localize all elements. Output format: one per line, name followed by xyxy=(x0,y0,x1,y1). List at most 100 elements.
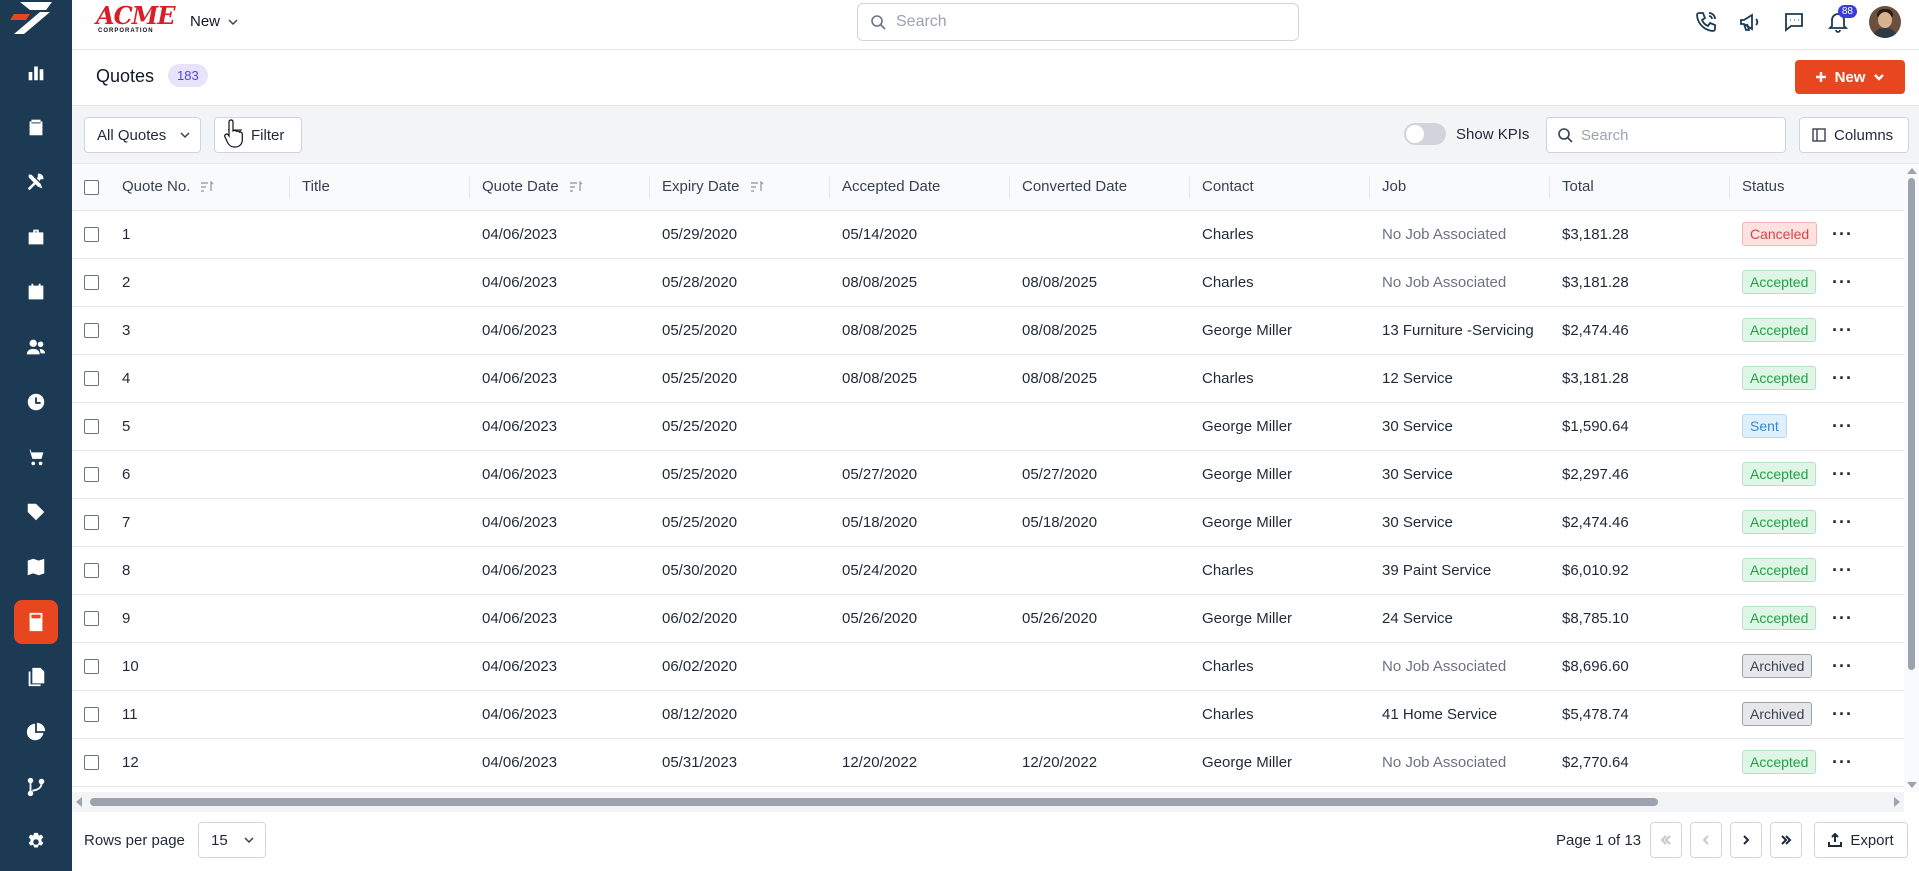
sidebar-item-requests[interactable] xyxy=(14,105,58,149)
sidebar-item-tools[interactable] xyxy=(14,160,58,204)
contact-cell: Charles xyxy=(1190,210,1370,259)
expiry-date-cell: 05/25/2020 xyxy=(650,354,830,403)
sort-icon[interactable] xyxy=(200,181,214,193)
column-header-quote-no[interactable]: Quote No. xyxy=(110,164,290,211)
row-checkbox[interactable] xyxy=(84,563,99,579)
row-checkbox[interactable] xyxy=(84,707,99,723)
row-actions-menu-icon[interactable]: ··· xyxy=(1832,752,1853,772)
sidebar-item-workflows[interactable] xyxy=(14,765,58,809)
row-actions-menu-icon[interactable]: ··· xyxy=(1832,656,1853,676)
sort-icon[interactable] xyxy=(750,181,764,193)
first-page-button[interactable] xyxy=(1650,822,1682,858)
notifications-button[interactable]: 88 xyxy=(1825,5,1857,35)
global-search[interactable] xyxy=(857,3,1299,41)
row-actions-menu-icon[interactable]: ··· xyxy=(1832,272,1853,292)
table-row[interactable]: 7 04/06/2023 05/25/2020 05/18/2020 05/18/202… xyxy=(72,498,1904,547)
row-actions-menu-icon[interactable]: ··· xyxy=(1832,320,1853,340)
last-page-button[interactable] xyxy=(1770,822,1802,858)
row-actions-menu-icon[interactable]: ··· xyxy=(1832,704,1853,724)
column-header-job[interactable]: Job xyxy=(1370,164,1550,211)
row-checkbox[interactable] xyxy=(84,467,99,483)
notifications-count-badge: 88 xyxy=(1837,5,1857,18)
next-page-button[interactable] xyxy=(1730,822,1762,858)
row-actions-menu-icon[interactable]: ··· xyxy=(1832,416,1853,436)
sidebar-item-schedule[interactable] xyxy=(14,270,58,314)
table-row[interactable]: 8 04/06/2023 05/30/2020 05/24/2020 Charles 39… xyxy=(72,546,1904,595)
chevron-down-icon xyxy=(180,132,190,139)
app-logo-icon[interactable] xyxy=(0,0,72,36)
column-header-quote-date[interactable]: Quote Date xyxy=(470,164,650,211)
row-checkbox[interactable] xyxy=(84,659,99,675)
messages-button[interactable] xyxy=(1781,9,1807,35)
column-header-status[interactable]: Status xyxy=(1730,164,1820,211)
table-row[interactable]: 4 04/06/2023 05/25/2020 08/08/2025 08/08/202… xyxy=(72,354,1904,403)
table-row[interactable]: 10 04/06/2023 06/02/2020 Charles No Job Asso… xyxy=(72,642,1904,691)
horizontal-scrollbar[interactable] xyxy=(72,792,1904,812)
list-search-input[interactable] xyxy=(1581,126,1781,144)
sidebar-item-settings[interactable] xyxy=(14,820,58,864)
new-menu-dropdown[interactable]: New xyxy=(190,13,238,30)
global-search-input[interactable] xyxy=(896,13,1276,31)
row-checkbox[interactable] xyxy=(84,755,99,771)
sidebar-item-dashboard[interactable] xyxy=(14,50,58,94)
quote-number-cell: 8 xyxy=(110,546,290,595)
vertical-scrollbar[interactable] xyxy=(1904,164,1919,792)
title-cell xyxy=(290,594,470,643)
filter-button[interactable]: Filter xyxy=(214,117,302,153)
list-search[interactable] xyxy=(1546,117,1786,153)
sidebar-item-jobs[interactable] xyxy=(14,215,58,259)
user-avatar[interactable] xyxy=(1869,6,1901,38)
sort-icon[interactable] xyxy=(569,181,583,193)
row-actions-menu-icon[interactable]: ··· xyxy=(1832,608,1853,628)
select-all-checkbox[interactable] xyxy=(84,179,99,195)
table-row[interactable]: 5 04/06/2023 05/25/2020 George Miller 30 Ser… xyxy=(72,402,1904,451)
column-header-accepted-date[interactable]: Accepted Date xyxy=(830,164,1010,211)
row-checkbox[interactable] xyxy=(84,611,99,627)
announcements-button[interactable] xyxy=(1737,9,1763,35)
row-checkbox[interactable] xyxy=(84,275,99,291)
new-quote-button[interactable]: New xyxy=(1795,60,1905,94)
row-actions-menu-icon[interactable]: ··· xyxy=(1832,464,1853,484)
row-checkbox[interactable] xyxy=(84,371,99,387)
sidebar-item-pricing[interactable] xyxy=(14,490,58,534)
sidebar-item-quotes[interactable] xyxy=(14,600,58,644)
sidebar-item-contacts[interactable] xyxy=(14,325,58,369)
table-row[interactable]: 1 04/06/2023 05/29/2020 05/14/2020 Charles No… xyxy=(72,210,1904,259)
previous-page-button[interactable] xyxy=(1690,822,1722,858)
row-actions-menu-icon[interactable]: ··· xyxy=(1832,368,1853,388)
table-row[interactable]: 11 04/06/2023 08/12/2020 Charles 41 Home Ser… xyxy=(72,690,1904,739)
show-kpis-toggle[interactable]: Show KPIs xyxy=(1404,123,1529,145)
row-checkbox[interactable] xyxy=(84,323,99,339)
row-checkbox[interactable] xyxy=(84,227,99,243)
row-actions-menu-icon[interactable]: ··· xyxy=(1832,560,1853,580)
column-header-title[interactable]: Title xyxy=(290,164,470,211)
row-actions-menu-icon[interactable]: ··· xyxy=(1832,512,1853,532)
table-row[interactable]: 12 04/06/2023 05/31/2023 12/20/2022 12/20/20… xyxy=(72,738,1904,787)
column-header-converted-date[interactable]: Converted Date xyxy=(1010,164,1190,211)
row-checkbox[interactable] xyxy=(84,419,99,435)
kpi-toggle-switch[interactable] xyxy=(1404,123,1446,145)
table-row[interactable]: 3 04/06/2023 05/25/2020 08/08/2025 08/08/202… xyxy=(72,306,1904,355)
total-cell: $6,010.92 xyxy=(1550,546,1730,595)
company-logo[interactable]: ACME CORPORATION xyxy=(96,4,176,36)
sidebar-item-timesheets[interactable] xyxy=(14,380,58,424)
phone-button[interactable] xyxy=(1693,9,1719,35)
columns-button[interactable]: Columns xyxy=(1799,117,1909,153)
row-checkbox[interactable] xyxy=(84,515,99,531)
column-header-expiry-date[interactable]: Expiry Date xyxy=(650,164,830,211)
row-actions-menu-icon[interactable]: ··· xyxy=(1832,224,1853,244)
table-row[interactable]: 2 04/06/2023 05/28/2020 08/08/2025 08/08/202… xyxy=(72,258,1904,307)
table-row[interactable]: 6 04/06/2023 05/25/2020 05/27/2020 05/27/202… xyxy=(72,450,1904,499)
column-header-total[interactable]: Total xyxy=(1550,164,1730,211)
view-select[interactable]: All Quotes xyxy=(84,117,201,153)
rows-per-page-select[interactable]: 15 xyxy=(198,822,266,858)
sidebar-item-documents[interactable] xyxy=(14,655,58,699)
chevron-down-icon xyxy=(228,18,238,25)
column-header-contact[interactable]: Contact xyxy=(1190,164,1370,211)
sidebar-item-map[interactable] xyxy=(14,545,58,589)
table-row[interactable]: 9 04/06/2023 06/02/2020 05/26/2020 05/26/202… xyxy=(72,594,1904,643)
quotes-count-badge: 183 xyxy=(168,64,208,87)
export-button[interactable]: Export xyxy=(1814,822,1908,858)
sidebar-item-purchases[interactable] xyxy=(14,435,58,479)
sidebar-item-reports[interactable] xyxy=(14,710,58,754)
